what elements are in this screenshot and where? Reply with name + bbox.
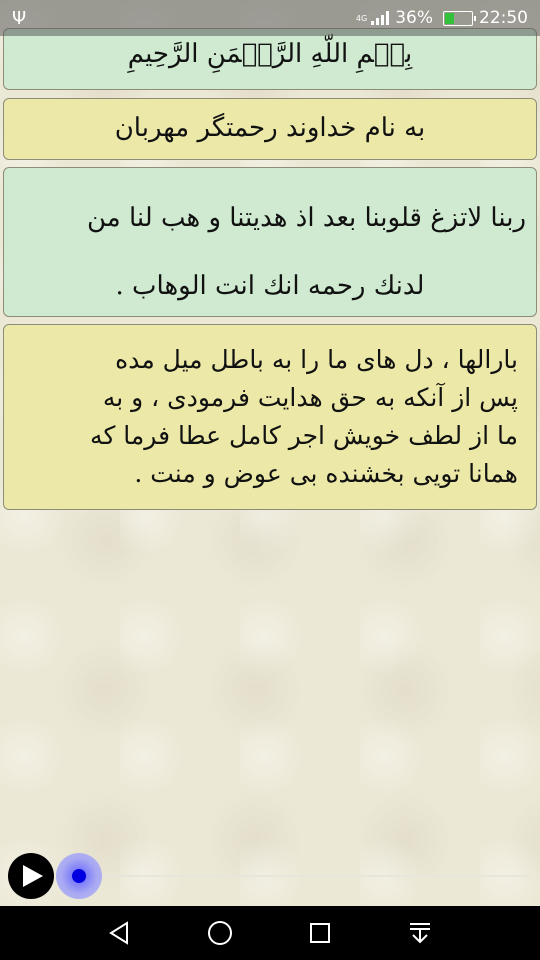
verse-line-2: لدنك رحمه انك انت الوهاب .: [115, 271, 425, 301]
translation-line-4: همانا تویی بخشنده بی عوض و منت .: [134, 459, 518, 488]
translation-line-2: پس از آنکه به حق هدایت فرمودی ، و به: [102, 383, 518, 412]
translation-text: به نام خداوند رحمتگر مهربان: [114, 113, 426, 143]
signal-icon: [371, 11, 390, 25]
translation-line-3: ما از لطف خویش اجر کامل عطا فرما که: [90, 421, 518, 450]
bismillah-card: بِسۡمِ اللّهِ الرَّحۡمَنِ الرَّحِيمِ: [3, 28, 537, 90]
bismillah-translation-card: به نام خداوند رحمتگر مهربان: [3, 98, 537, 160]
clock: 22:50: [479, 8, 528, 28]
seek-track[interactable]: [102, 875, 530, 877]
notification-pull-button[interactable]: [400, 913, 440, 953]
translation-line-1: بارالها ، دل های ما را به باطل میل مده: [115, 345, 518, 374]
battery-percent: 36%: [395, 8, 433, 28]
battery-icon: [443, 10, 476, 26]
back-triangle-icon: [109, 921, 128, 945]
navigation-bar: [0, 906, 540, 960]
audio-player: [8, 853, 532, 901]
status-bar: Ψ 4G 36% 22:50: [0, 0, 540, 36]
back-button[interactable]: [100, 913, 140, 953]
seek-thumb-dot: [72, 869, 86, 883]
notification-pull-icon: [410, 923, 430, 944]
bismillah-text: بِسۡمِ اللّهِ الرَّحۡمَنِ الرَّحِيمِ: [127, 39, 413, 69]
verse-arabic-card: ربنا لاتزغ قلوبنا بعد اذ هديتنا و هب لنا…: [3, 167, 537, 317]
network-type: 4G: [355, 13, 368, 23]
battery-fill: [445, 12, 455, 24]
verse-translation-card: بارالها ، دل های ما را به باطل میل مده پ…: [3, 324, 537, 510]
recents-square-icon: [310, 923, 330, 943]
play-icon: [23, 865, 43, 887]
verse-line-1: ربنا لاتزغ قلوبنا بعد اذ هديتنا و هب لنا…: [87, 203, 526, 233]
home-button[interactable]: [200, 913, 240, 953]
home-circle-icon: [208, 921, 232, 945]
usb-icon: Ψ: [12, 7, 27, 29]
recents-button[interactable]: [300, 913, 340, 953]
seek-thumb[interactable]: [56, 853, 102, 899]
play-button[interactable]: [8, 853, 54, 899]
